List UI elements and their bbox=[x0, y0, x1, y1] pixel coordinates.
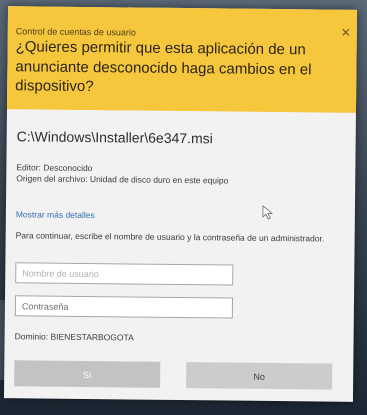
yes-button[interactable]: Sí bbox=[14, 360, 161, 388]
permission-question: ¿Quieres permitir que esta aplicación de… bbox=[15, 38, 312, 96]
show-more-details-link[interactable]: Mostrar más detalles bbox=[16, 209, 95, 220]
mouse-cursor-icon bbox=[262, 205, 274, 220]
uac-title: Control de cuentas de usuario bbox=[15, 26, 136, 38]
close-icon[interactable]: ✕ bbox=[341, 26, 351, 40]
username-field[interactable] bbox=[15, 262, 234, 286]
no-button[interactable]: No bbox=[186, 362, 333, 390]
dialog-header: Control de cuentas de usuario ✕ ¿Quieres… bbox=[6, 6, 358, 113]
program-path: C:\Windows\Installer\6e347.msi bbox=[16, 128, 213, 147]
file-origin-info: Origen del archivo: Unidad de disco duro… bbox=[16, 173, 229, 186]
domain-label: Dominio: BIENESTARBOGOTA bbox=[14, 331, 134, 343]
password-field[interactable] bbox=[14, 295, 234, 319]
password-input[interactable] bbox=[15, 296, 233, 319]
credentials-instruction: Para continuar, escribe el nombre de usu… bbox=[15, 230, 325, 244]
publisher-info: Editor: Desconocido bbox=[16, 162, 93, 174]
uac-dialog: Control de cuentas de usuario ✕ ¿Quieres… bbox=[3, 6, 358, 402]
username-input[interactable] bbox=[16, 263, 233, 286]
